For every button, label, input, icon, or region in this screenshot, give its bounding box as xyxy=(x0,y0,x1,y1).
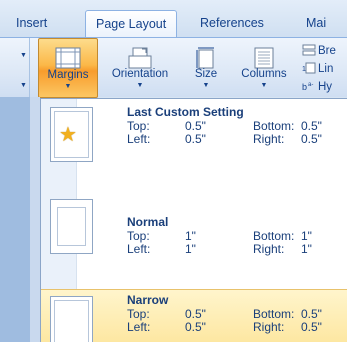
svg-text:a-: a- xyxy=(308,82,313,88)
ribbon-page-setup-group: ▼ ▼ Margins ▼ Orientation ▼ Size ▼ Colum… xyxy=(0,37,347,98)
margin-preset-last-custom[interactable]: ★ Last Custom Setting Top: 0.5" Bottom: … xyxy=(41,99,347,191)
preset-name: Narrow xyxy=(127,293,169,307)
chevron-down-icon[interactable]: ▼ xyxy=(20,82,27,89)
breaks-icon xyxy=(302,44,316,59)
tab-insert[interactable]: Insert xyxy=(6,10,57,38)
chevron-down-icon: ▼ xyxy=(136,82,144,89)
chevron-down-icon[interactable]: ▼ xyxy=(20,52,27,59)
tab-references[interactable]: References xyxy=(190,10,274,38)
tab-page-layout[interactable]: Page Layout xyxy=(85,10,178,38)
document-background xyxy=(0,97,30,342)
breaks-label: Bre xyxy=(318,45,336,57)
size-button[interactable]: Size ▼ xyxy=(186,38,226,98)
ribbon-left-group-edge: ▼ ▼ xyxy=(0,38,30,98)
chevron-down-icon: ▼ xyxy=(260,82,268,89)
hyphenation-icon: b a- xyxy=(302,80,316,95)
preset-name: Last Custom Setting xyxy=(127,105,244,119)
orientation-label: Orientation xyxy=(111,68,169,80)
line-numbers-label: Lin xyxy=(318,63,334,75)
hyphenation-button[interactable]: b a- Hy xyxy=(302,78,347,96)
size-label: Size xyxy=(194,68,218,80)
orientation-button[interactable]: Orientation ▼ xyxy=(100,38,180,98)
breaks-button[interactable]: Bre xyxy=(302,42,347,60)
hyphenation-label: Hy xyxy=(318,81,333,93)
line-numbers-icon: 1 xyxy=(302,62,316,77)
chevron-down-icon: ▼ xyxy=(64,83,72,90)
columns-button[interactable]: Columns ▼ xyxy=(234,38,294,98)
chevron-down-icon: ▼ xyxy=(202,82,210,89)
margin-preset-normal[interactable]: Normal Top: 1" Bottom: 1" Left: 1" Right… xyxy=(41,191,347,283)
svg-text:1: 1 xyxy=(302,66,306,73)
page-margins-thumbnail xyxy=(50,199,93,254)
ribbon-tab-strip: Insert Page Layout References Mai xyxy=(0,0,347,38)
ribbon-small-buttons: Bre 1 Lin b a- Hy xyxy=(302,42,347,96)
margins-gallery: ★ Last Custom Setting Top: 0.5" Bottom: … xyxy=(40,98,347,342)
margins-button[interactable]: Margins ▼ xyxy=(38,38,98,98)
page-margins-thumbnail: ★ xyxy=(50,107,93,162)
margin-preset-narrow[interactable]: Narrow Top: 0.5" Bottom: 0.5" Left: 0.5"… xyxy=(41,289,347,342)
tab-mailings[interactable]: Mai xyxy=(296,10,336,38)
columns-label: Columns xyxy=(241,68,287,80)
star-icon: ★ xyxy=(59,124,77,146)
preset-name: Normal xyxy=(127,215,169,229)
line-numbers-button[interactable]: 1 Lin xyxy=(302,60,347,78)
margins-label: Margins xyxy=(47,69,89,81)
gallery-shadow xyxy=(30,97,40,342)
svg-text:b: b xyxy=(302,82,307,92)
page-margins-thumbnail xyxy=(50,296,93,342)
